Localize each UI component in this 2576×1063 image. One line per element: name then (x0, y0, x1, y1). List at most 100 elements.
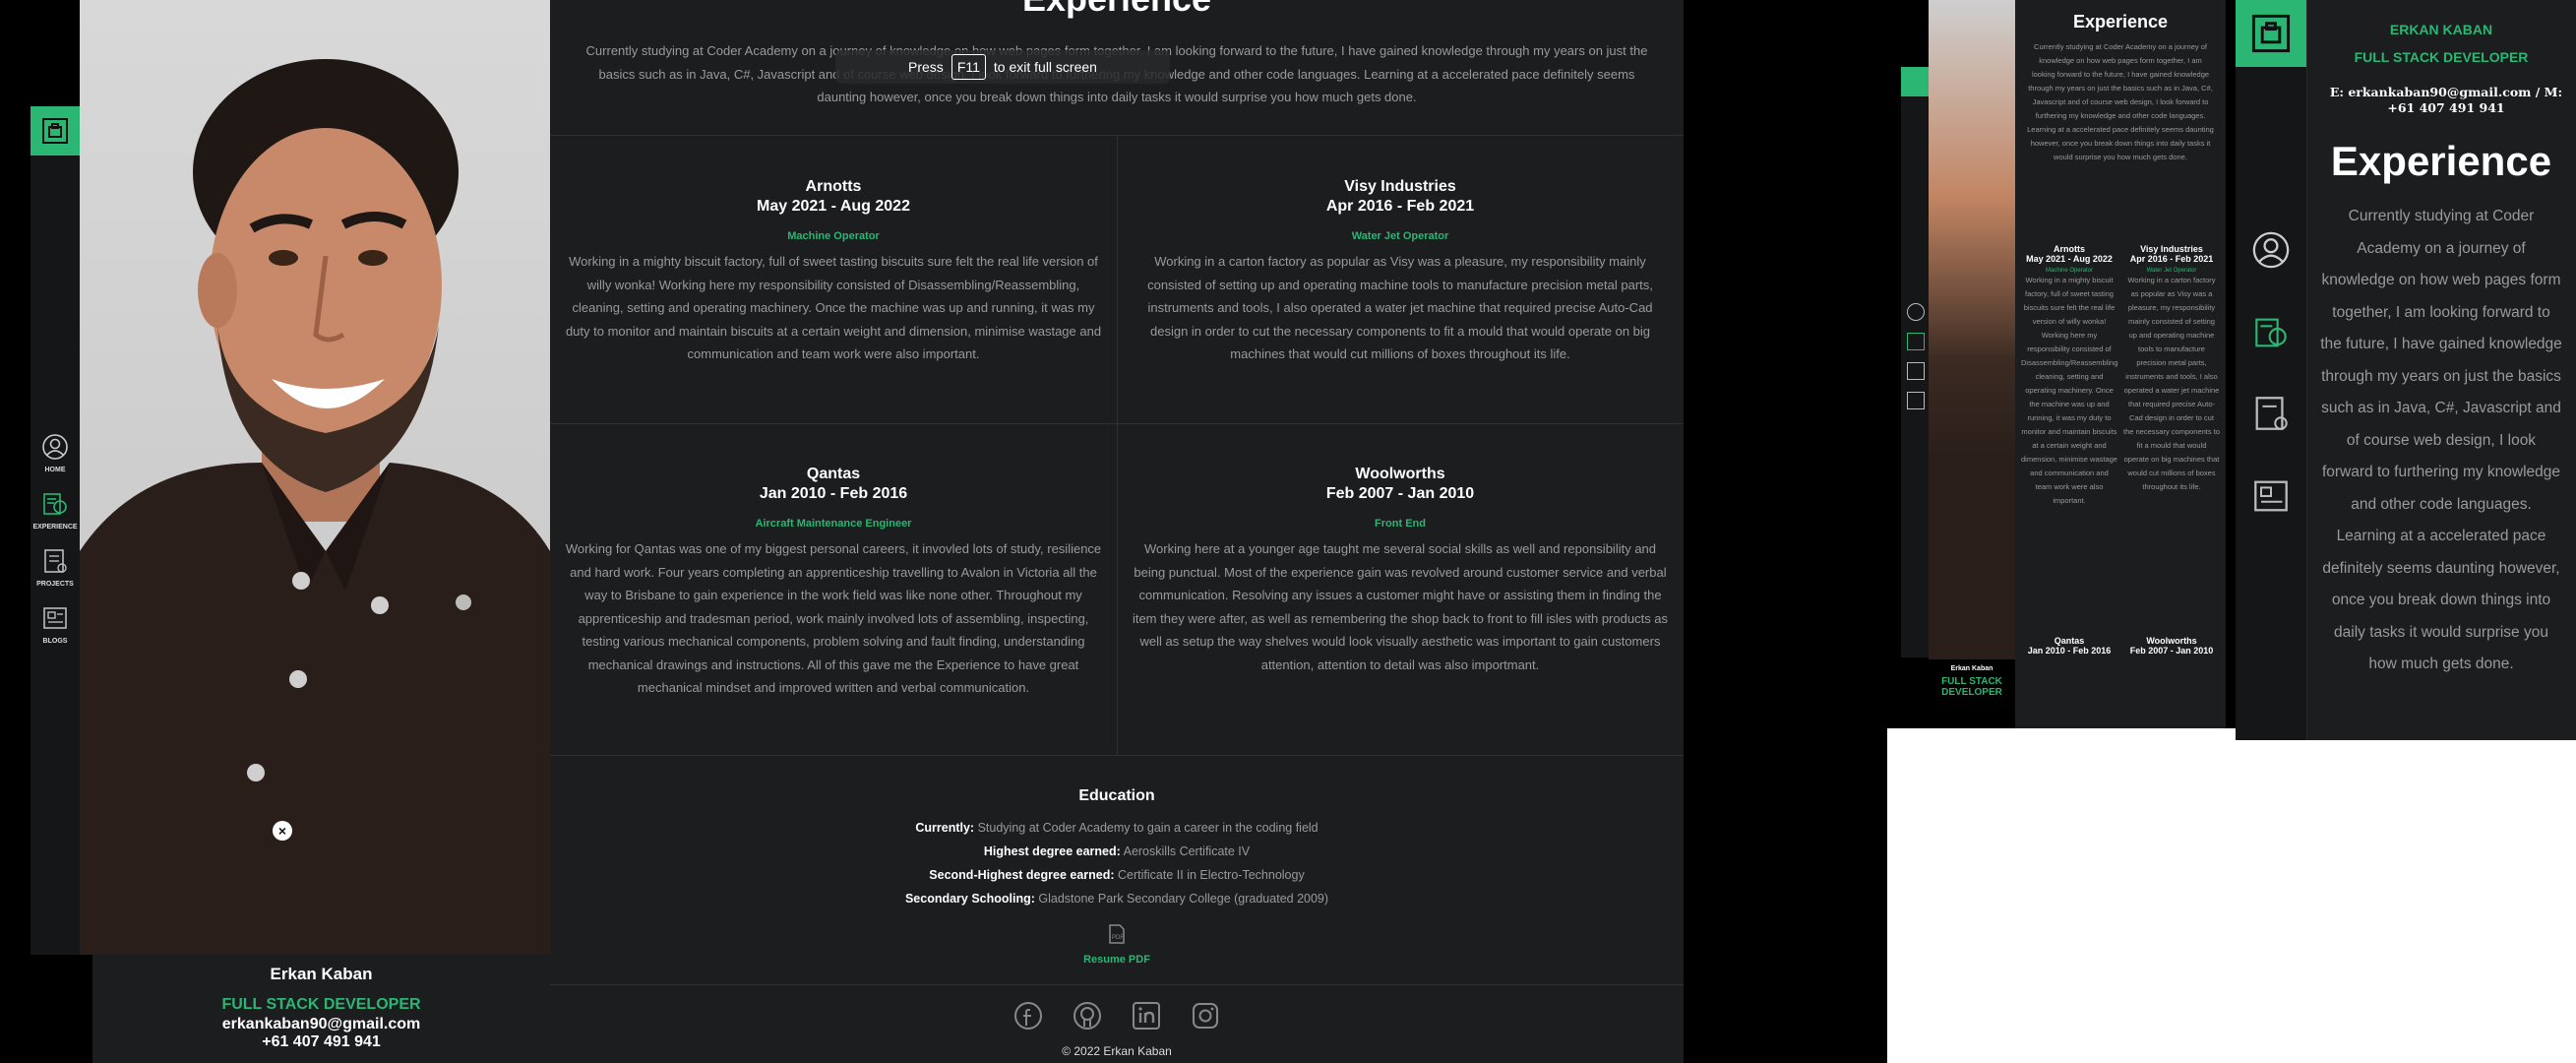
job-dates: May 2021 - Aug 2022 (757, 198, 910, 215)
mini-card: Visy Industries Apr 2016 - Feb 2021 Wate… (2123, 244, 2220, 569)
job-role: Water Jet Operator (1351, 230, 1449, 242)
job-dates: Feb 2007 - Jan 2010 (1325, 485, 1475, 502)
mobile-preview-small: Experience Currently studying at Coder A… (1887, 0, 2576, 1063)
education-row: Secondary Schooling: Gladstone Park Seco… (550, 887, 1684, 910)
logo-badge[interactable] (2236, 0, 2306, 67)
mini-sidebar (1901, 67, 1929, 657)
education-heading: Education (1078, 787, 1155, 804)
education-row: Second-Highest degree earned: Certificat… (550, 863, 1684, 887)
job-description: Working here at a younger age taught me … (1132, 541, 1669, 672)
education-list: Currently: Studying at Coder Academy to … (550, 816, 1684, 910)
logo-badge[interactable] (31, 106, 80, 156)
sidebar-item-experience[interactable]: EXPERIENCE (31, 490, 80, 539)
job-role: Aircraft Maintenance Engineer (755, 518, 912, 530)
profile-name: Erkan Kaban (270, 965, 373, 983)
copyright: © 2022 Erkan Kaban (1062, 1044, 1172, 1058)
mini-card: Qantas Jan 2010 - Feb 2016 (2021, 636, 2117, 656)
job-company: Visy Industries (2140, 244, 2203, 254)
blog-icon (43, 607, 67, 629)
experience-intro: Currently studying at Coder Academy on a… (2027, 42, 2214, 161)
education-value: Studying at Coder Academy to gain a care… (977, 821, 1319, 835)
job-card-arnotts: Arnotts May 2021 - Aug 2022 Machine Oper… (565, 177, 1102, 366)
sidebar-item-experience[interactable] (1907, 333, 1925, 350)
sidebar-item-blogs[interactable]: BLOGS (31, 604, 80, 654)
job-description: Working for Qantas was one of my biggest… (565, 541, 1102, 695)
job-company: Visy Industries (1344, 178, 1456, 195)
job-description: Working in a mighty biscuit factory, ful… (565, 254, 1102, 361)
education-value: Certificate II in Electro-Technology (1118, 868, 1305, 882)
job-dates: May 2021 - Aug 2022 (2026, 254, 2113, 264)
job-company: Woolworths (2146, 636, 2197, 646)
resume-icon[interactable] (2251, 313, 2291, 352)
profile-role: FULL STACK DEVELOPER (1941, 676, 2002, 698)
job-card-qantas: Qantas Jan 2010 - Feb 2016 Aircraft Main… (565, 465, 1102, 700)
job-dates: Apr 2016 - Feb 2021 (1325, 198, 1475, 215)
briefcase-logo-icon (2251, 14, 2291, 53)
mini-photo (1929, 0, 2015, 659)
education-row: Currently: Studying at Coder Academy to … (550, 816, 1684, 840)
hint-rest: to exit full screen (993, 59, 1097, 75)
mini-panel: Experience Currently studying at Coder A… (2015, 0, 2226, 728)
logo-badge[interactable] (1901, 67, 1929, 96)
education-label: Currently: (915, 821, 975, 835)
experience-heading: Experience (550, 0, 1684, 20)
sidebar-item-label: PROJECTS (36, 581, 74, 588)
job-card-woolworths: Woolworths Feb 2007 - Jan 2010 Front End… (1132, 465, 1669, 676)
education-label: Second-Highest degree earned: (929, 868, 1115, 882)
profile-name-upper: ERKAN KABAN (2389, 22, 2493, 37)
education-label: Highest degree earned: (983, 844, 1121, 858)
zoom-sidebar (2236, 0, 2307, 740)
job-company: Qantas (806, 466, 861, 482)
resume-label[interactable]: Resume PDF (550, 954, 1684, 966)
job-company: Arnotts (2054, 244, 2085, 254)
job-dates: Jan 2010 - Feb 2016 (759, 485, 908, 502)
svg-text:PDF: PDF (1112, 935, 1124, 941)
user-icon (42, 434, 68, 460)
sidebar: HOME EXPERIENCE PROJECTS BLOGS (31, 106, 81, 955)
job-description: Working in a mighty biscuit factory, ful… (2021, 276, 2117, 505)
blueprint-icon (44, 549, 67, 573)
job-company: Qantas (2054, 636, 2085, 646)
github-icon[interactable] (1073, 1001, 1102, 1031)
job-role: Machine Operator (787, 230, 880, 242)
profile-email[interactable]: erkankaban90@gmail.com (92, 1016, 550, 1033)
sidebar-item-projects[interactable]: PROJECTS (31, 547, 80, 596)
profile-name: Erkan Kaban (1950, 665, 1993, 672)
divider (1117, 135, 1118, 755)
job-description: Working in a carton factory as popular a… (1147, 254, 1653, 361)
resume-link[interactable]: PDF Resume PDF (550, 923, 1684, 966)
sidebar-item-home[interactable]: HOME (31, 433, 80, 482)
contact-line: E: erkankaban90@gmail.com / M: +61 407 4… (2329, 85, 2563, 115)
zoom-content: ERKAN KABAN FULL STACK DEVELOPER E: erka… (2306, 0, 2576, 693)
divider (550, 984, 1684, 985)
experience-intro: Currently studying at Coder Academy on a… (2320, 208, 2562, 672)
job-role: Front End (1375, 518, 1426, 530)
pdf-icon: PDF (1109, 924, 1125, 944)
user-icon[interactable] (2251, 230, 2291, 270)
mini-card: Arnotts May 2021 - Aug 2022 Machine Oper… (2021, 244, 2117, 569)
divider (550, 755, 1684, 756)
facebook-icon[interactable] (1013, 1001, 1043, 1031)
resume-icon (43, 493, 67, 515)
sidebar-item-label: EXPERIENCE (32, 524, 78, 531)
sidebar-item-projects[interactable] (1907, 362, 1925, 380)
linkedin-icon[interactable] (1132, 1001, 1161, 1031)
social-links (550, 1001, 1684, 1031)
job-dates: Feb 2007 - Jan 2010 (2129, 646, 2214, 656)
sidebar-item-label: BLOGS (42, 638, 68, 645)
job-dates: Apr 2016 - Feb 2021 (2129, 254, 2214, 264)
profile-role: FULL STACK DEVELOPER (2354, 49, 2529, 65)
blog-icon[interactable] (2251, 476, 2291, 516)
close-icon[interactable]: × (273, 821, 292, 841)
mini-name-plate: Erkan Kaban FULL STACK DEVELOPER (1929, 665, 2015, 698)
instagram-icon[interactable] (1191, 1001, 1220, 1031)
sidebar-item-home[interactable] (1907, 303, 1925, 321)
education-value: Gladstone Park Secondary College (gradua… (1038, 892, 1329, 906)
job-card-visy: Visy Industries Apr 2016 - Feb 2021 Wate… (1132, 177, 1669, 366)
job-company: Woolworths (1355, 466, 1445, 482)
hint-key: F11 (951, 54, 986, 80)
sidebar-item-label: HOME (44, 467, 66, 473)
sidebar-item-blogs[interactable] (1907, 392, 1925, 409)
job-description: Working in a carton factory as popular a… (2123, 276, 2220, 491)
blueprint-icon[interactable] (2251, 394, 2291, 433)
